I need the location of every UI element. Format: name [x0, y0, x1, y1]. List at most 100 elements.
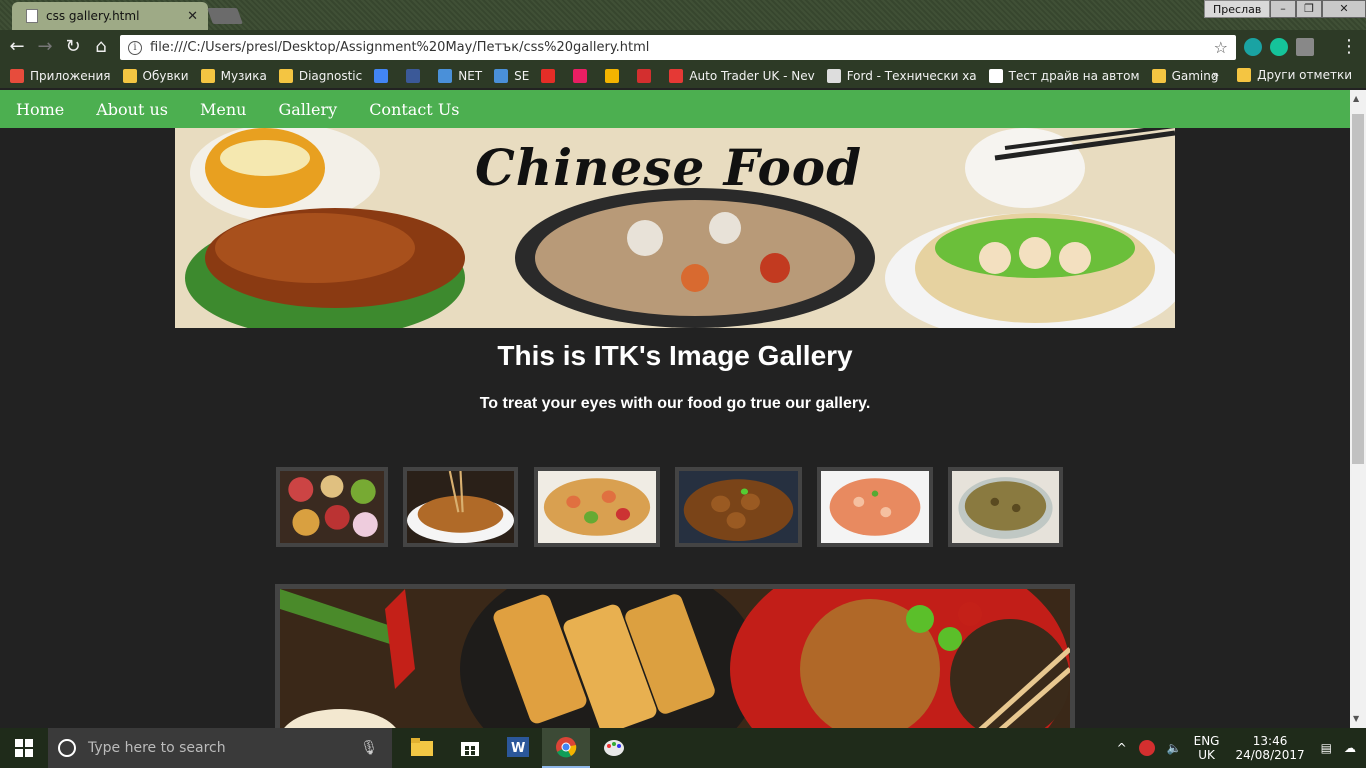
- folder-icon: [1237, 68, 1252, 82]
- chrome-icon: [556, 737, 577, 758]
- paint-button[interactable]: [590, 728, 638, 768]
- close-window-button[interactable]: ✕: [1322, 0, 1366, 18]
- bookmark-label: SE: [514, 69, 530, 83]
- bookmark-label: Обувки: [142, 69, 189, 83]
- reload-icon[interactable]: ↻: [62, 36, 84, 57]
- nav-link-gallery[interactable]: Gallery: [278, 100, 337, 119]
- nav-link-contact-us[interactable]: Contact Us: [369, 100, 459, 119]
- page-title: This is ITK's Image Gallery: [497, 340, 853, 371]
- gallery-thumbnail[interactable]: [675, 467, 802, 547]
- bookmark-item[interactable]: Ford - Технически ха: [826, 69, 977, 83]
- bookmark-label: Музика: [220, 69, 267, 83]
- grammarly-icon[interactable]: [1270, 38, 1288, 56]
- bookmark-label: NET: [458, 69, 483, 83]
- store-icon: [461, 742, 479, 756]
- food-image: [407, 471, 514, 543]
- gallery-thumbnail[interactable]: [276, 467, 388, 547]
- windows-icon: [15, 739, 33, 757]
- bookmark-icon: [200, 69, 215, 83]
- file-explorer-button[interactable]: [398, 728, 446, 768]
- bookmark-item[interactable]: Gaming: [1151, 69, 1218, 83]
- gallery-thumbnail[interactable]: [534, 467, 660, 547]
- browser-tab[interactable]: css gallery.html ✕: [20, 2, 206, 30]
- bookmark-item[interactable]: Приложения: [10, 69, 111, 83]
- health-icon[interactable]: [1138, 740, 1155, 756]
- onedrive-icon[interactable]: ☁: [1344, 741, 1356, 755]
- bookmark-icon: [541, 69, 556, 83]
- bookmark-icon: [494, 69, 509, 83]
- forward-icon[interactable]: →: [34, 36, 56, 57]
- svg-text:W: W: [511, 741, 525, 756]
- gallery-thumbnail[interactable]: [948, 467, 1063, 547]
- page-scrollbar[interactable]: ▲ ▼: [1350, 90, 1366, 728]
- bookmark-item[interactable]: [637, 69, 657, 83]
- banner-title: Chinese Food: [475, 138, 863, 197]
- bookmark-icon: [826, 69, 841, 83]
- web-page: Home About us Menu Gallery Contact Us Ch…: [0, 90, 1350, 728]
- volume-icon[interactable]: 🔈: [1167, 741, 1182, 755]
- bookmark-item[interactable]: [573, 69, 593, 83]
- gallery-main-image: [275, 584, 1075, 728]
- scroll-up-icon[interactable]: ▲: [1353, 94, 1359, 103]
- nav-link-home[interactable]: Home: [16, 100, 64, 119]
- other-bookmarks[interactable]: » Други отметки: [1212, 68, 1352, 82]
- food-image: [538, 471, 656, 543]
- bookmark-item[interactable]: SE: [494, 69, 529, 83]
- bookmark-item[interactable]: Музика: [200, 69, 267, 83]
- back-icon[interactable]: ←: [6, 36, 28, 57]
- bookmarks-bar: Приложения Обувки Музика Diagnostic NET SE Aut…: [0, 64, 1366, 88]
- store-button[interactable]: [446, 728, 494, 768]
- site-nav: Home About us Menu Gallery Contact Us: [0, 90, 1350, 128]
- language-indicator[interactable]: ENG UK: [1194, 734, 1220, 762]
- windows-taskbar: Type here to search 🎙 W ^ 🔈 ENG UK 13:46…: [0, 728, 1366, 768]
- food-image: [280, 589, 1070, 728]
- food-image: [679, 471, 798, 543]
- bookmark-icon: [278, 69, 293, 83]
- bookmark-item[interactable]: Обувки: [122, 69, 189, 83]
- search-placeholder: Type here to search: [88, 740, 226, 756]
- menu-icon[interactable]: ⋮: [1340, 36, 1358, 57]
- bookmark-item[interactable]: [605, 69, 625, 83]
- bookmark-item[interactable]: Diagnostic: [278, 69, 362, 83]
- bookmark-item[interactable]: NET: [438, 69, 482, 83]
- scroll-down-icon[interactable]: ▼: [1353, 714, 1359, 723]
- restore-button[interactable]: ❐: [1296, 0, 1322, 18]
- bookmark-item[interactable]: [374, 69, 394, 83]
- start-button[interactable]: [0, 728, 48, 768]
- gallery-thumbnail[interactable]: [403, 467, 518, 547]
- chrome-button[interactable]: [542, 728, 590, 768]
- bookmark-icon: [374, 69, 389, 83]
- notifications-icon[interactable]: ▤: [1321, 741, 1332, 755]
- bookmark-item[interactable]: [541, 69, 561, 83]
- keyboard-layout: UK: [1198, 748, 1215, 762]
- nav-link-about-us[interactable]: About us: [96, 100, 168, 119]
- star-icon[interactable]: ☆: [1214, 38, 1228, 57]
- info-icon[interactable]: i: [128, 40, 142, 55]
- bookmark-icon: [122, 69, 137, 83]
- bookmark-item[interactable]: Auto Trader UK - Nev: [669, 69, 815, 83]
- more-bookmarks-icon[interactable]: »: [1212, 68, 1219, 82]
- clock-time: 13:46: [1252, 734, 1288, 748]
- nav-link-menu[interactable]: Menu: [200, 100, 246, 119]
- bookmark-item[interactable]: [406, 69, 426, 83]
- minimize-button[interactable]: –: [1270, 0, 1296, 18]
- pdf-icon[interactable]: [1296, 38, 1314, 56]
- bookmark-icon: [10, 69, 24, 83]
- extension-icon[interactable]: [1244, 38, 1262, 56]
- bookmark-item[interactable]: Тест драйв на автом: [988, 69, 1140, 83]
- microphone-icon[interactable]: 🎙: [360, 740, 378, 756]
- scroll-thumb[interactable]: [1352, 114, 1364, 464]
- taskbar-search[interactable]: Type here to search 🎙: [48, 728, 392, 768]
- chevron-up-icon[interactable]: ^: [1117, 741, 1127, 755]
- clock[interactable]: 13:46 24/08/2017: [1235, 734, 1304, 762]
- close-tab-icon[interactable]: ✕: [187, 9, 198, 24]
- bookmark-icon: [988, 69, 1003, 83]
- new-tab-button[interactable]: [207, 8, 243, 24]
- home-icon[interactable]: ⌂: [90, 36, 112, 57]
- gallery-thumbnail[interactable]: [817, 467, 933, 547]
- clock-date: 24/08/2017: [1235, 748, 1305, 762]
- file-icon: [26, 9, 38, 23]
- profile-button[interactable]: Преслав: [1204, 0, 1271, 18]
- word-button[interactable]: W: [494, 728, 542, 768]
- address-bar[interactable]: i file:///C:/Users/presl/Desktop/Assignm…: [120, 35, 1236, 60]
